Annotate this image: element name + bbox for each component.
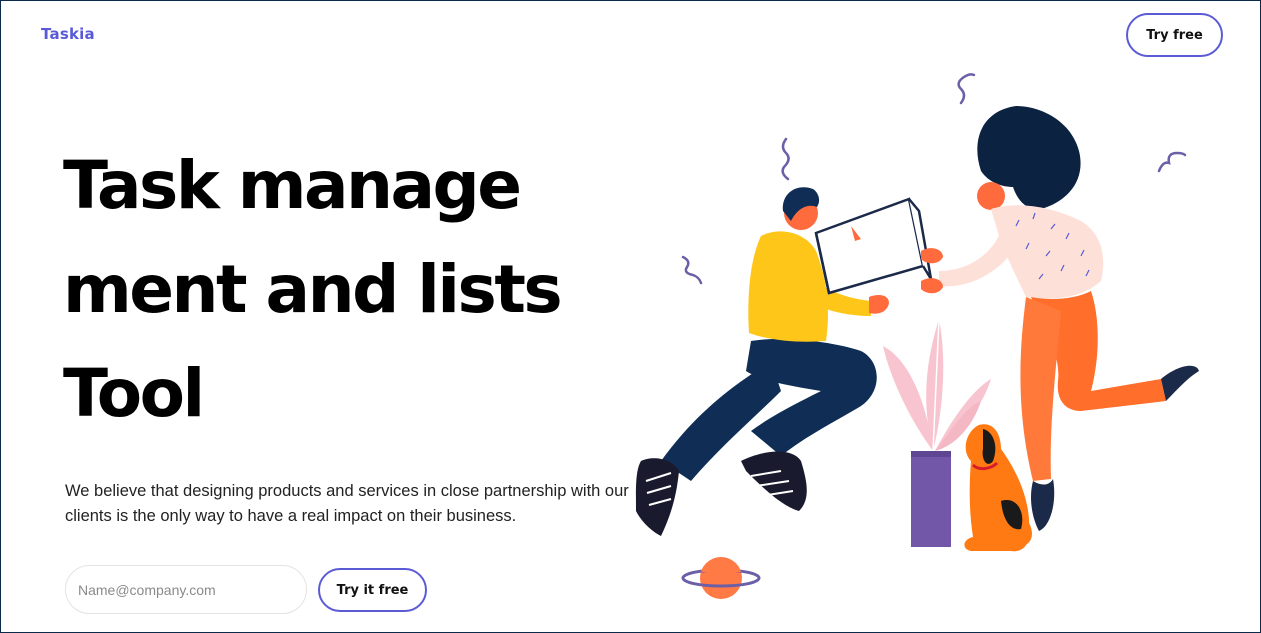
hero-title-line-1: Task manage [63, 147, 522, 224]
dog-icon [964, 424, 1032, 552]
email-input[interactable] [65, 565, 307, 614]
squiggle-decoration [1157, 151, 1187, 173]
hero-title-line-2: ment and lists [63, 251, 563, 328]
woman-illustration [921, 106, 1199, 531]
try-free-button[interactable]: Try free [1126, 13, 1223, 57]
squiggle-decoration [681, 255, 703, 285]
squiggle-decoration [781, 137, 790, 181]
hero-illustration [635, 73, 1199, 599]
planet-icon [681, 557, 761, 599]
try-it-free-button[interactable]: Try it free [318, 568, 427, 612]
hero-title-line-3: Tool [63, 355, 205, 432]
hero-description: We believe that designing products and s… [65, 482, 629, 525]
box-icon [814, 197, 933, 295]
brand-logo[interactable]: Taskia [41, 25, 95, 43]
squiggle-decoration [957, 73, 976, 105]
hero-title: Task manage ment and lists Tool [63, 134, 623, 446]
